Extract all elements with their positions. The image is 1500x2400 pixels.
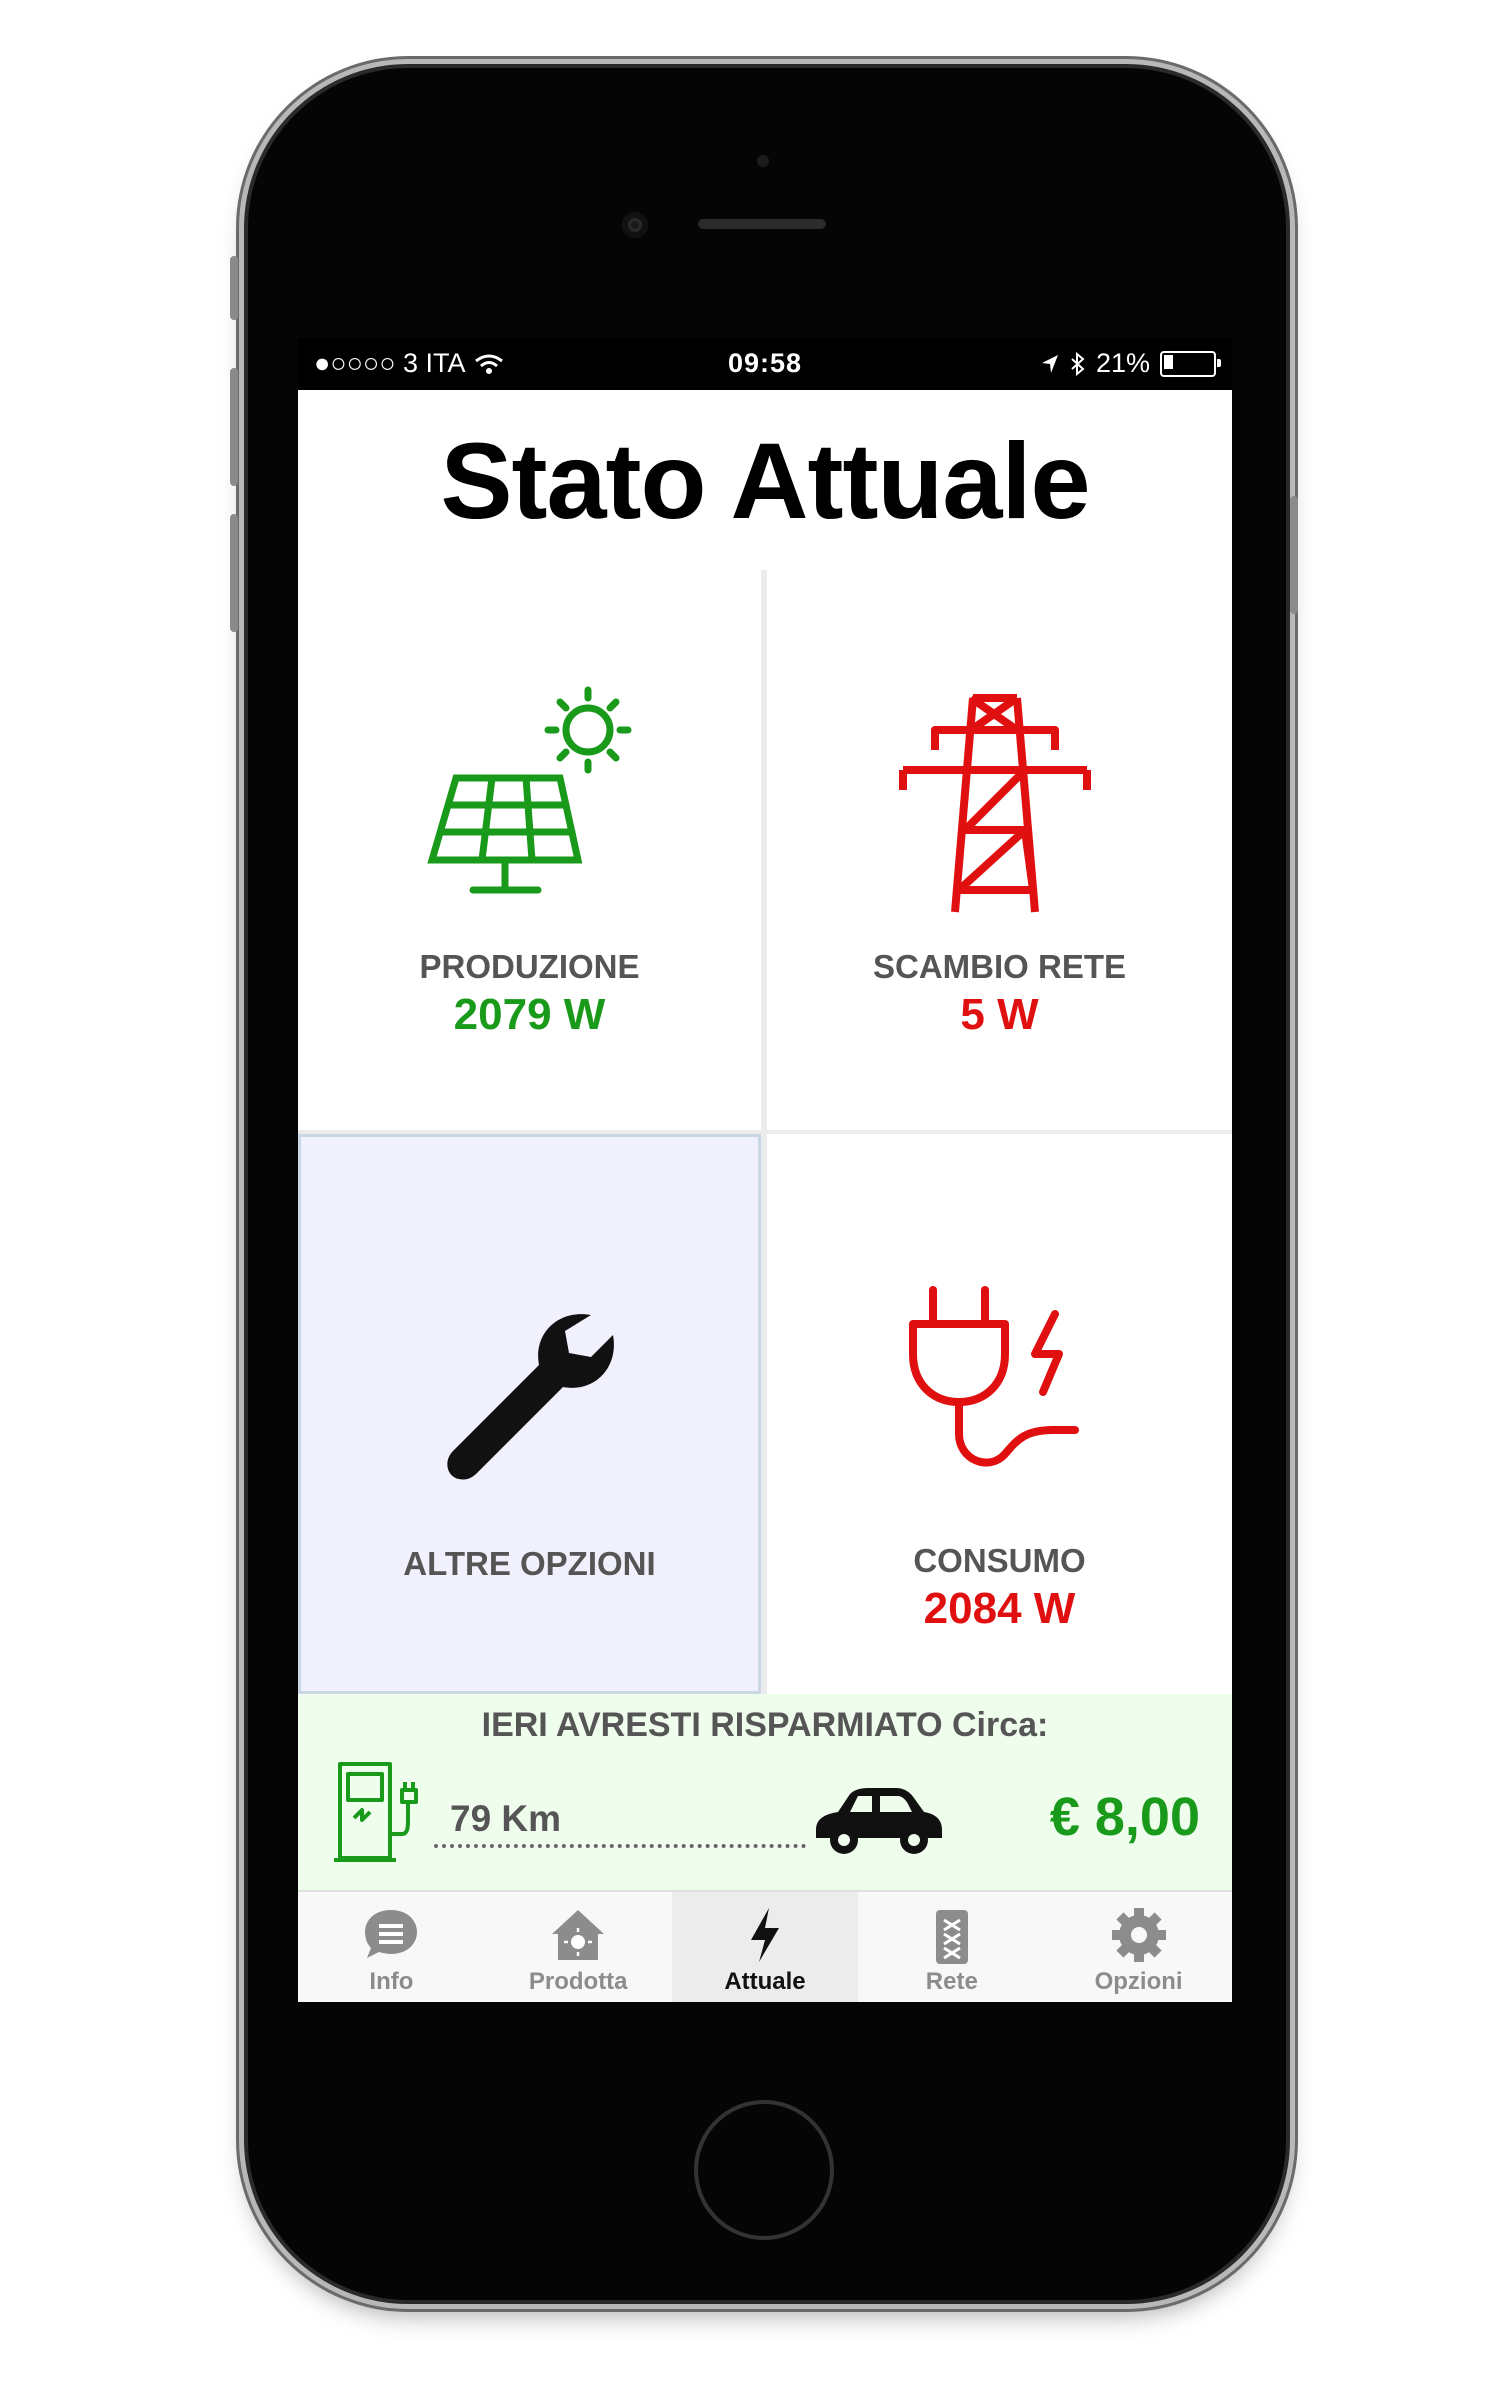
consumption-label: CONSUMO <box>913 1542 1086 1579</box>
tab-prodotta-label: Prodotta <box>528 1968 628 1995</box>
production-label: PRODUZIONE <box>419 948 640 985</box>
distance-value: 79 Km <box>450 1798 562 1839</box>
tab-attuale-label: Attuale <box>724 1968 806 1995</box>
status-bar: ●○○○○ 3 ITA 09:58 21% <box>298 338 1232 390</box>
production-value: 2079 W <box>453 990 606 1039</box>
plug-lightning-icon <box>909 1286 1079 1467</box>
home-button[interactable] <box>694 2100 834 2240</box>
location-arrow-icon <box>1041 354 1058 373</box>
lightning-icon <box>750 1908 779 1962</box>
power-tower-icon <box>899 694 1091 913</box>
consumption-tile[interactable]: CONSUMO 2084 W <box>767 1134 1232 1694</box>
battery-icon <box>1160 350 1221 377</box>
savings-banner: IERI AVRESTI RISPARMIATO Circa: 79 Km € … <box>298 1694 1232 1890</box>
tab-attuale[interactable]: Attuale <box>671 1892 859 2002</box>
tab-rete[interactable]: Rete <box>858 1892 1045 2002</box>
savings-headline: IERI AVRESTI RISPARMIATO Circa: <box>481 1706 1049 1744</box>
tab-info[interactable]: Info <box>298 1892 485 2002</box>
production-tile[interactable]: PRODUZIONE 2079 W <box>298 570 761 1130</box>
grid-exchange-value: 5 W <box>960 990 1039 1039</box>
chat-bubble-icon <box>365 1910 418 1958</box>
grid-tower-icon <box>935 1910 968 1964</box>
volume-down-button <box>230 514 238 632</box>
sensor-dot <box>757 155 769 167</box>
grid-exchange-label: SCAMBIO RETE <box>872 948 1126 985</box>
other-options-label: ALTRE OPZIONI <box>403 1545 656 1582</box>
house-sun-icon <box>552 1910 605 1960</box>
solar-panel-icon <box>427 686 632 894</box>
app-screen: ●○○○○ 3 ITA 09:58 21% Stato Attuale PROD… <box>298 338 1232 2002</box>
tab-opzioni[interactable]: Opzioni <box>1045 1892 1232 2002</box>
other-options-tile[interactable]: ALTRE OPZIONI <box>298 1134 761 1694</box>
consumption-value: 2084 W <box>923 1584 1076 1633</box>
grid-exchange-tile[interactable]: SCAMBIO RETE 5 W <box>767 570 1232 1130</box>
tab-bar: Info Prodotta Attuale Rete Opzioni <box>298 1890 1232 2002</box>
power-button <box>1290 496 1298 614</box>
mute-switch <box>230 256 238 320</box>
tab-rete-label: Rete <box>925 1968 978 1995</box>
car-icon <box>816 1788 942 1854</box>
tab-opzioni-label: Opzioni <box>1094 1968 1183 1995</box>
battery-percent: 21% <box>1095 348 1150 378</box>
savings-amount: € 8,00 <box>1049 1787 1200 1847</box>
gear-icon <box>1111 1908 1166 1962</box>
wrench-icon <box>447 1314 614 1480</box>
volume-up-button <box>230 368 238 486</box>
earpiece-speaker <box>698 219 826 229</box>
front-camera <box>622 212 648 238</box>
dotted-route <box>434 1844 806 1848</box>
ev-charging-station-icon <box>334 1762 418 1862</box>
tab-prodotta[interactable]: Prodotta <box>485 1892 672 2002</box>
page-title: Stato Attuale <box>440 419 1090 541</box>
tab-info-label: Info <box>369 1968 414 1995</box>
bluetooth-icon <box>1071 351 1085 376</box>
